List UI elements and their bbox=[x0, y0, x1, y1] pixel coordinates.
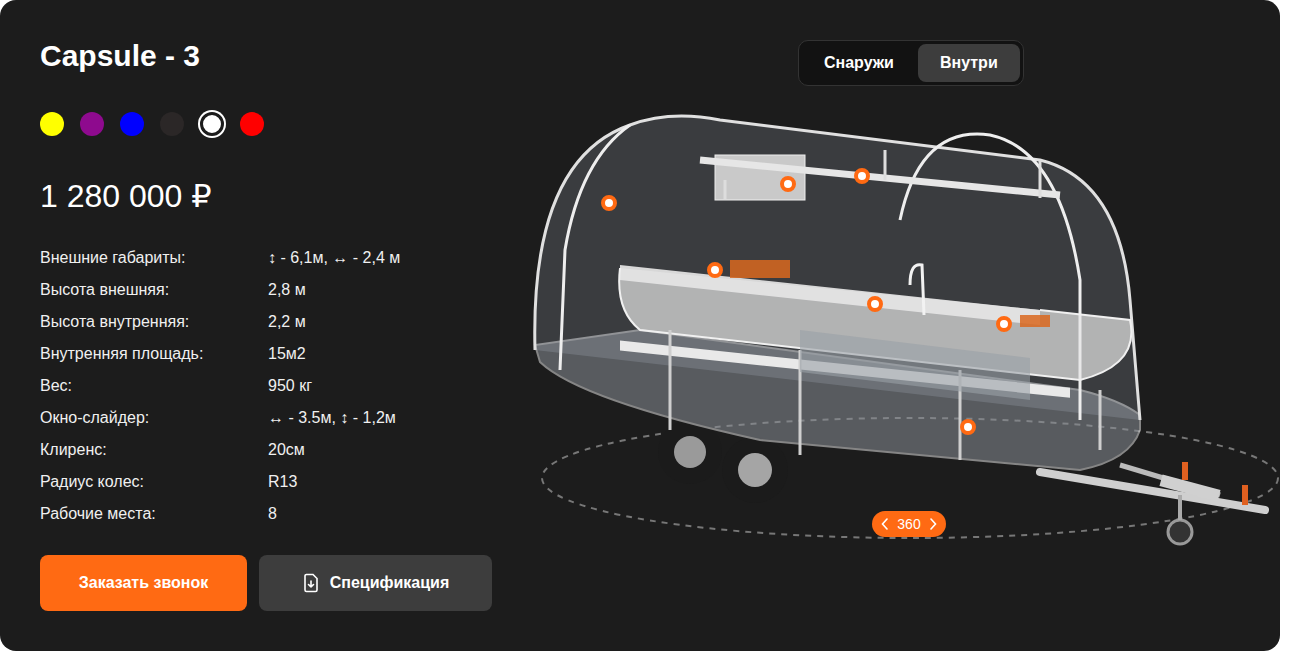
spec-value: ↕ - 6,1м, ↔ - 2,4 м bbox=[268, 249, 400, 267]
chevron-left-icon bbox=[881, 518, 889, 530]
spec-label: Вес: bbox=[40, 377, 268, 395]
action-buttons: Заказать звонок Спецификация bbox=[40, 555, 500, 611]
color-swatch[interactable] bbox=[80, 112, 104, 136]
call-button-label: Заказать звонок bbox=[79, 574, 209, 592]
color-picker bbox=[40, 112, 500, 136]
spec-value: 15м2 bbox=[268, 345, 306, 363]
rotate-360-control[interactable]: 360 bbox=[872, 511, 946, 537]
product-card: Capsule - 3 1 280 000 ₽ Внешние габариты:↕… bbox=[0, 0, 1280, 651]
spec-list: Внешние габариты:↕ - 6,1м, ↔ - 2,4 мВысо… bbox=[40, 242, 500, 530]
view-tabs: СнаружиВнутри bbox=[798, 40, 1024, 86]
spec-value: 2,2 м bbox=[268, 313, 306, 331]
hotspot-pin[interactable] bbox=[867, 296, 883, 312]
trailer-illustration bbox=[520, 100, 1280, 560]
view-tab[interactable]: Снаружи bbox=[802, 44, 916, 82]
spec-row: Вес:950 кг bbox=[40, 370, 500, 402]
spec-value: ↔ - 3.5м, ↕ - 1,2м bbox=[268, 409, 396, 427]
hotspot-pin[interactable] bbox=[707, 262, 723, 278]
color-swatch[interactable] bbox=[40, 112, 64, 136]
spec-value: R13 bbox=[268, 473, 297, 491]
spec-row: Высота внешняя:2,8 м bbox=[40, 274, 500, 306]
chevron-right-icon bbox=[929, 518, 937, 530]
hotspot-pin[interactable] bbox=[601, 195, 617, 211]
spec-label: Окно-слайдер: bbox=[40, 409, 268, 427]
product-price: 1 280 000 ₽ bbox=[40, 176, 500, 216]
spec-label: Высота внешняя: bbox=[40, 281, 268, 299]
spec-label: Высота внутренняя: bbox=[40, 313, 268, 331]
spec-row: Рабочие места:8 bbox=[40, 498, 500, 530]
product-title: Capsule - 3 bbox=[40, 38, 500, 74]
spec-label: Внутренняя площадь: bbox=[40, 345, 268, 363]
hotspot-pin[interactable] bbox=[854, 168, 870, 184]
view-tab[interactable]: Внутри bbox=[918, 44, 1020, 82]
product-info: Capsule - 3 1 280 000 ₽ Внешние габариты:↕… bbox=[0, 0, 500, 651]
spec-value: 20см bbox=[268, 441, 305, 459]
spec-label: Рабочие места: bbox=[40, 505, 268, 523]
color-swatch[interactable] bbox=[120, 112, 144, 136]
spec-row: Внутренняя площадь:15м2 bbox=[40, 338, 500, 370]
spec-row: Радиус колес:R13 bbox=[40, 466, 500, 498]
color-swatch[interactable] bbox=[200, 112, 224, 136]
spec-value: 950 кг bbox=[268, 377, 312, 395]
spec-row: Клиренс:20см bbox=[40, 434, 500, 466]
color-swatch[interactable] bbox=[160, 112, 184, 136]
spec-value: 8 bbox=[268, 505, 277, 523]
specification-button-label: Спецификация bbox=[330, 574, 450, 592]
spec-value: 2,8 м bbox=[268, 281, 306, 299]
rotate-label: 360 bbox=[897, 516, 920, 532]
call-button[interactable]: Заказать звонок bbox=[40, 555, 247, 611]
spec-row: Окно-слайдер:↔ - 3.5м, ↕ - 1,2м bbox=[40, 402, 500, 434]
specification-button[interactable]: Спецификация bbox=[259, 555, 492, 611]
product-viewer: СнаружиВнутри 360 bbox=[500, 0, 1280, 651]
hotspot-pin[interactable] bbox=[996, 316, 1012, 332]
spec-row: Внешние габариты:↕ - 6,1м, ↔ - 2,4 м bbox=[40, 242, 500, 274]
document-download-icon bbox=[302, 573, 320, 593]
hotspot-pin[interactable] bbox=[780, 176, 796, 192]
hotspot-pin[interactable] bbox=[960, 419, 976, 435]
spec-label: Клиренс: bbox=[40, 441, 268, 459]
spec-label: Радиус колес: bbox=[40, 473, 268, 491]
spec-label: Внешние габариты: bbox=[40, 249, 268, 267]
spec-row: Высота внутренняя:2,2 м bbox=[40, 306, 500, 338]
color-swatch[interactable] bbox=[240, 112, 264, 136]
